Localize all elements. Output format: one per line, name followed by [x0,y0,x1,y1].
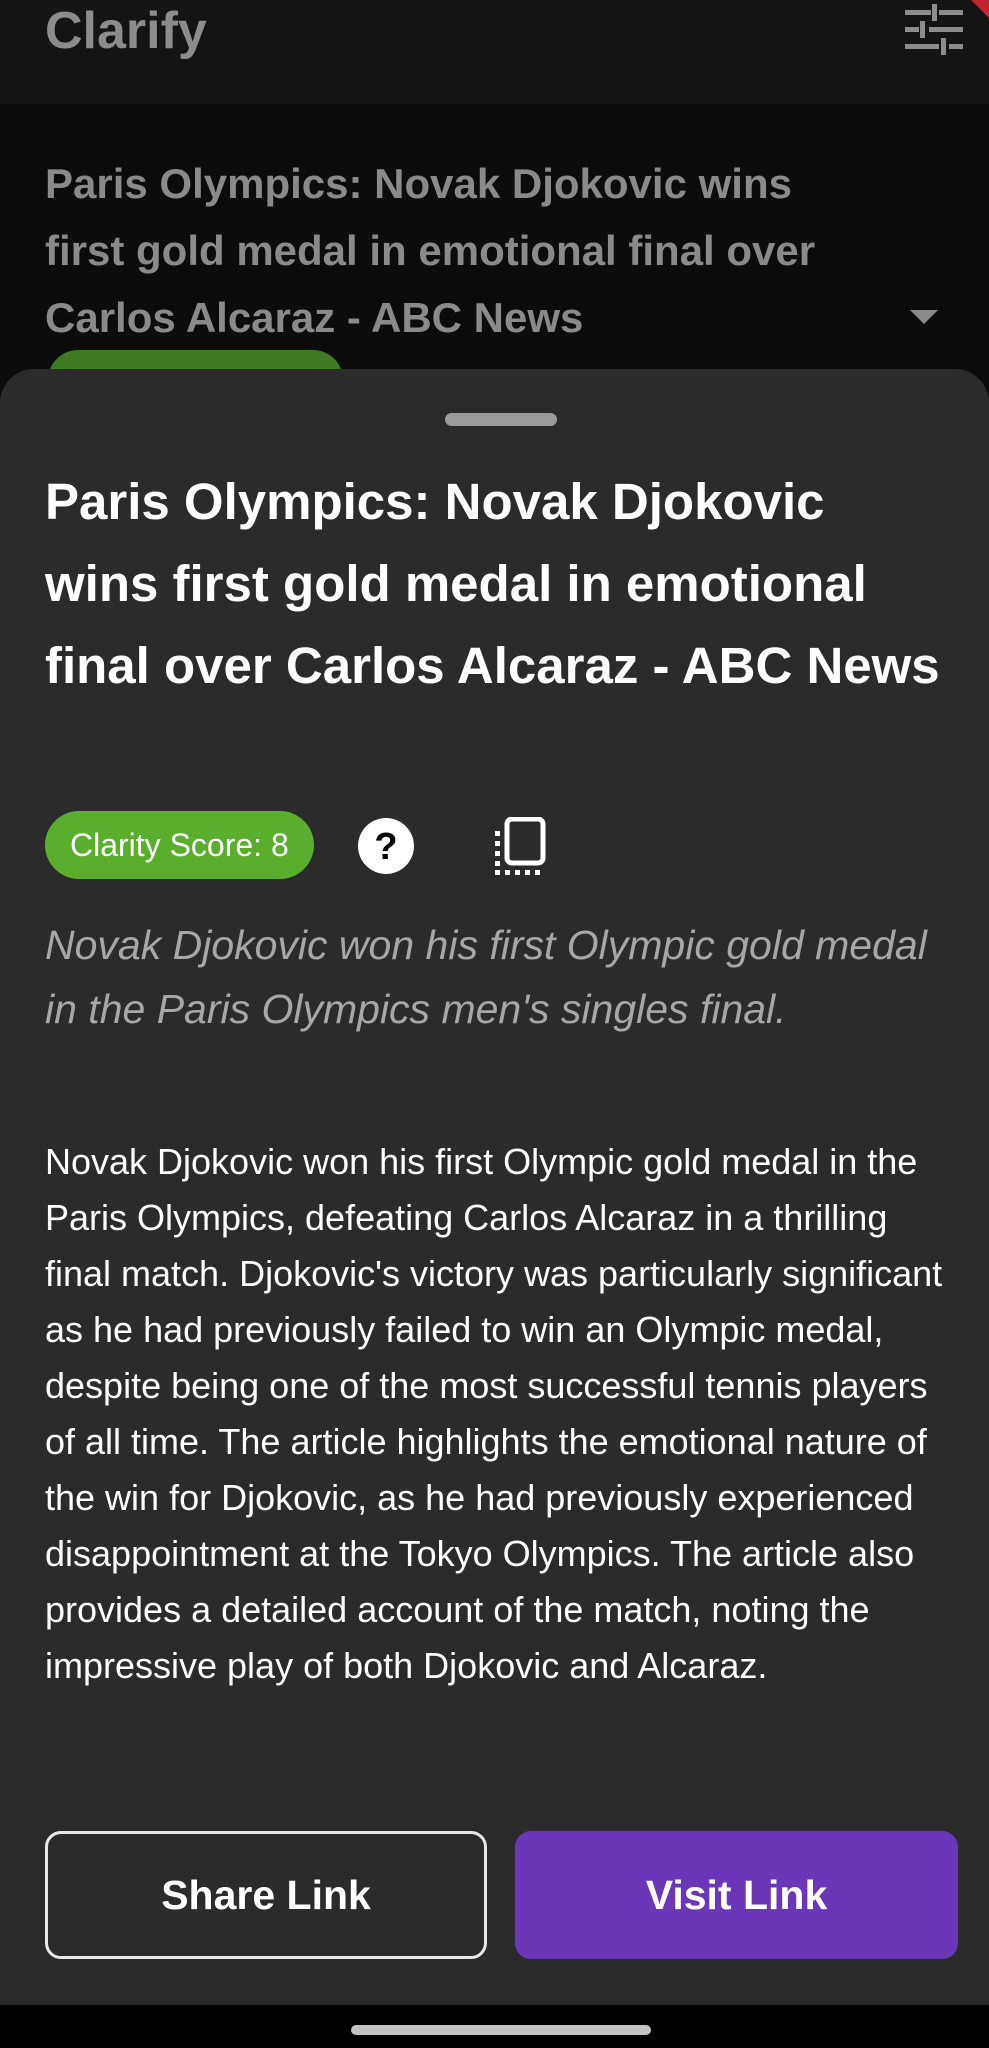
svg-text:?: ? [374,826,397,868]
chevron-down-icon[interactable] [910,310,938,324]
share-link-button[interactable]: Share Link [45,1831,487,1959]
app-title: Clarify [45,2,207,60]
sheet-article-title: Paris Olympics: Novak Djokovic wins firs… [45,473,940,694]
app-bar: Clarify [0,0,989,104]
tune-sliders-icon[interactable] [905,4,963,56]
sheet-drag-handle[interactable] [445,413,557,426]
long-summary: Novak Djokovic won his first Olympic gol… [45,1141,943,1686]
list-article-title[interactable]: Paris Olympics: Novak Djokovic wins firs… [45,150,865,351]
article-detail-sheet: Paris Olympics: Novak Djokovic wins firs… [0,369,989,2005]
debug-banner [971,0,989,18]
copy-icon[interactable] [493,817,547,877]
question-circle-icon[interactable]: ? [357,817,415,875]
system-nav-bar [0,2005,989,2048]
visit-link-button[interactable]: Visit Link [515,1831,958,1959]
clarity-score-badge: Clarity Score: 8 [45,811,314,879]
home-gesture-handle[interactable] [351,2025,651,2035]
short-summary: Novak Djokovic won his first Olympic gol… [45,922,927,1032]
